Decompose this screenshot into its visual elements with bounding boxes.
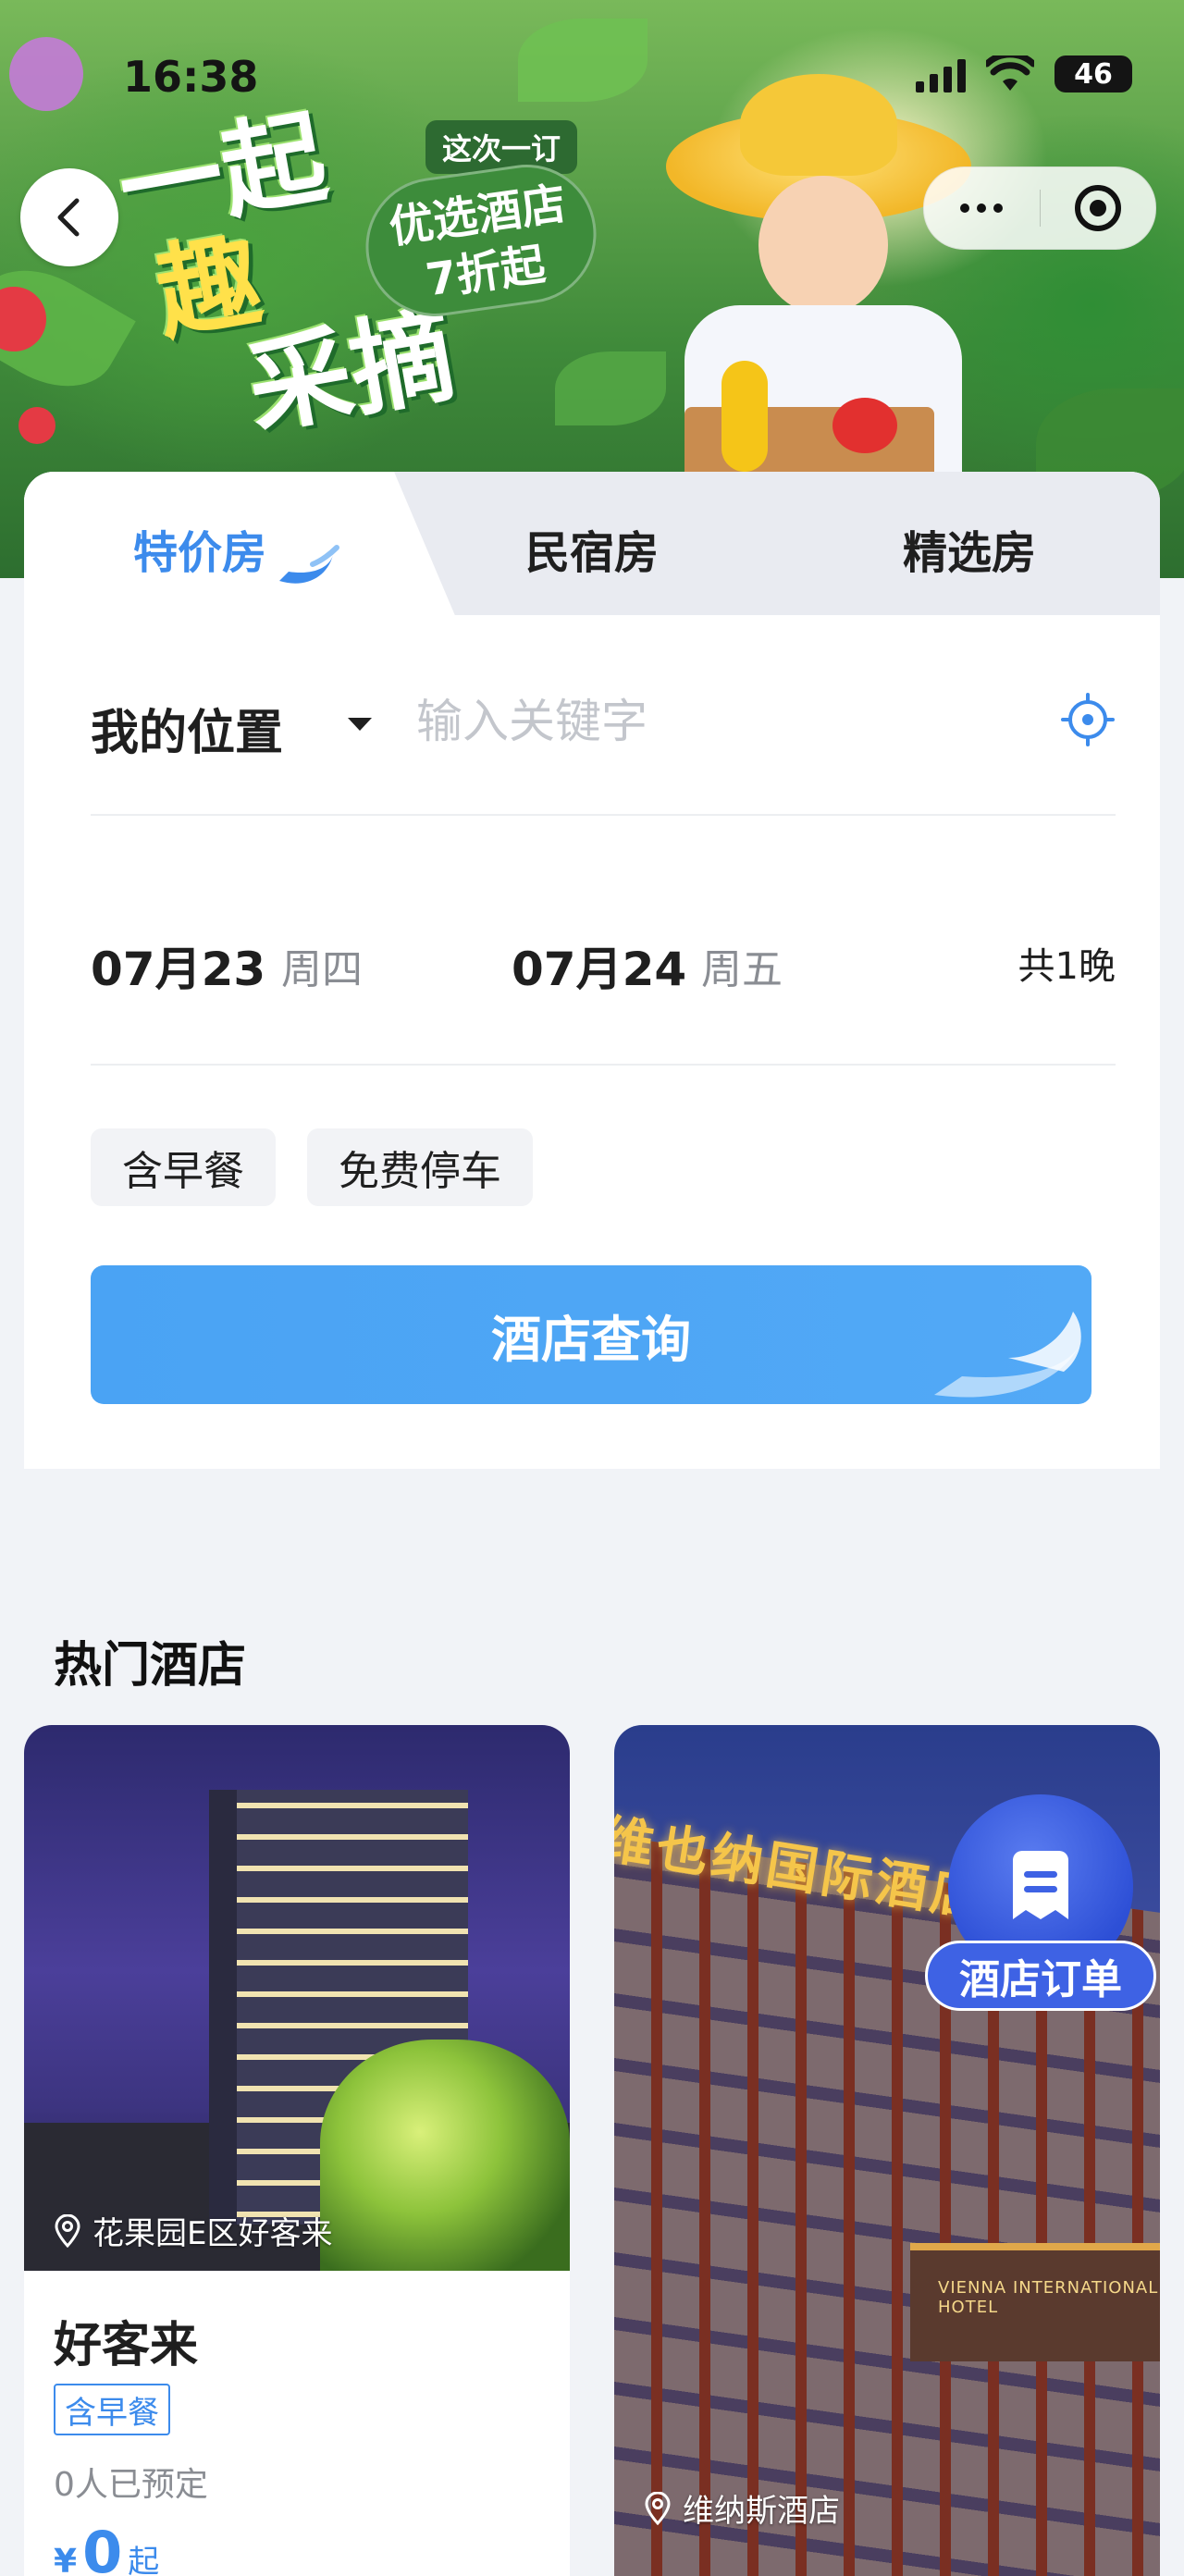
battery-icon: 46: [1054, 55, 1132, 92]
checkin-day: 周四: [281, 946, 363, 993]
hotel-price: ¥ 0 起: [54, 2519, 159, 2576]
breakfast-tag: 含早餐: [54, 2384, 170, 2435]
order-icon: [1013, 1851, 1068, 1919]
date-row[interactable]: 07月23 周四 07月24 周五 共1晚: [91, 932, 1116, 1006]
status-icons: 46: [916, 55, 1132, 92]
banner-illustration: [648, 55, 999, 546]
checkout-date[interactable]: 07月24: [512, 932, 686, 999]
hotel-name: 好客来: [54, 2318, 199, 2373]
back-button[interactable]: [20, 168, 118, 266]
location-selector[interactable]: 我的位置: [91, 694, 283, 763]
keyword-input[interactable]: [414, 688, 992, 755]
hot-hotels-title: 热门酒店: [54, 1638, 247, 1694]
checkout-day: 周五: [701, 946, 783, 993]
hotel-canopy: VIENNA INTERNATIONAL HOTEL: [910, 2243, 1160, 2361]
caret-down-icon[interactable]: [348, 718, 372, 731]
filter-chip-free-parking[interactable]: 免费停车: [307, 1128, 533, 1206]
price-suffix: 起: [128, 2544, 160, 2576]
status-time: 16:38: [123, 52, 259, 102]
locate-icon[interactable]: [1060, 692, 1116, 747]
location-pin-icon: [645, 2491, 671, 2525]
checkin-date[interactable]: 07月23: [91, 932, 265, 999]
hotel-search-button[interactable]: 酒店查询: [91, 1265, 1092, 1404]
hotel-location: 维纳斯酒店: [644, 2485, 840, 2531]
canopy-text: VIENNA INTERNATIONAL HOTEL: [938, 2278, 1159, 2317]
hotel-order-button[interactable]: 酒店订单: [925, 1794, 1156, 2016]
hotel-card[interactable]: 花果园E区好客来 好客来 含早餐 0人已预定 ¥ 0 起: [24, 1725, 570, 2576]
swoosh-icon: [279, 545, 339, 584]
filter-chip-breakfast[interactable]: 含早餐: [91, 1128, 276, 1206]
hotel-location-text: 花果园E区好客来: [92, 2215, 333, 2252]
tab-homestay[interactable]: 民宿房: [453, 516, 731, 581]
location-pin-icon: [55, 2213, 80, 2248]
hotel-search-label: 酒店查询: [491, 1310, 691, 1369]
divider: [91, 1064, 1116, 1066]
close-miniprogram-button[interactable]: [1041, 184, 1156, 232]
price-currency: ¥: [54, 2543, 78, 2576]
more-button[interactable]: [924, 203, 1040, 213]
target-icon: [1074, 185, 1121, 231]
filter-chips: 含早餐 免费停车: [91, 1128, 533, 1206]
flower-decoration: [9, 37, 83, 111]
swoosh-icon: [934, 1312, 1082, 1398]
promo-tag: 这次一订: [426, 120, 578, 174]
chevron-left-icon: [57, 198, 80, 237]
booked-count: 0人已预定: [54, 2466, 208, 2504]
hotel-location-text: 维纳斯酒店: [683, 2493, 840, 2530]
location-row: 我的位置: [91, 683, 1116, 761]
miniprogram-capsule: [923, 166, 1156, 250]
leaf-decoration: [518, 18, 648, 102]
search-card: 特价房 民宿房 精选房 我的位置 07月23 周四 07月24 周五 共1晚 含…: [24, 472, 1160, 1469]
price-value: 0: [82, 2519, 123, 2576]
nights-count: 共1晚: [1018, 945, 1116, 988]
tab-selected-room[interactable]: 精选房: [831, 516, 1108, 581]
hotel-order-label: 酒店订单: [925, 1941, 1156, 2011]
cellular-signal-icon: [916, 55, 966, 92]
hotel-location: 花果园E区好客来: [54, 2208, 332, 2253]
wifi-icon: [986, 55, 1034, 91]
divider: [91, 814, 1116, 816]
berry-decoration: [18, 407, 56, 444]
hotel-image: [24, 1725, 570, 2271]
